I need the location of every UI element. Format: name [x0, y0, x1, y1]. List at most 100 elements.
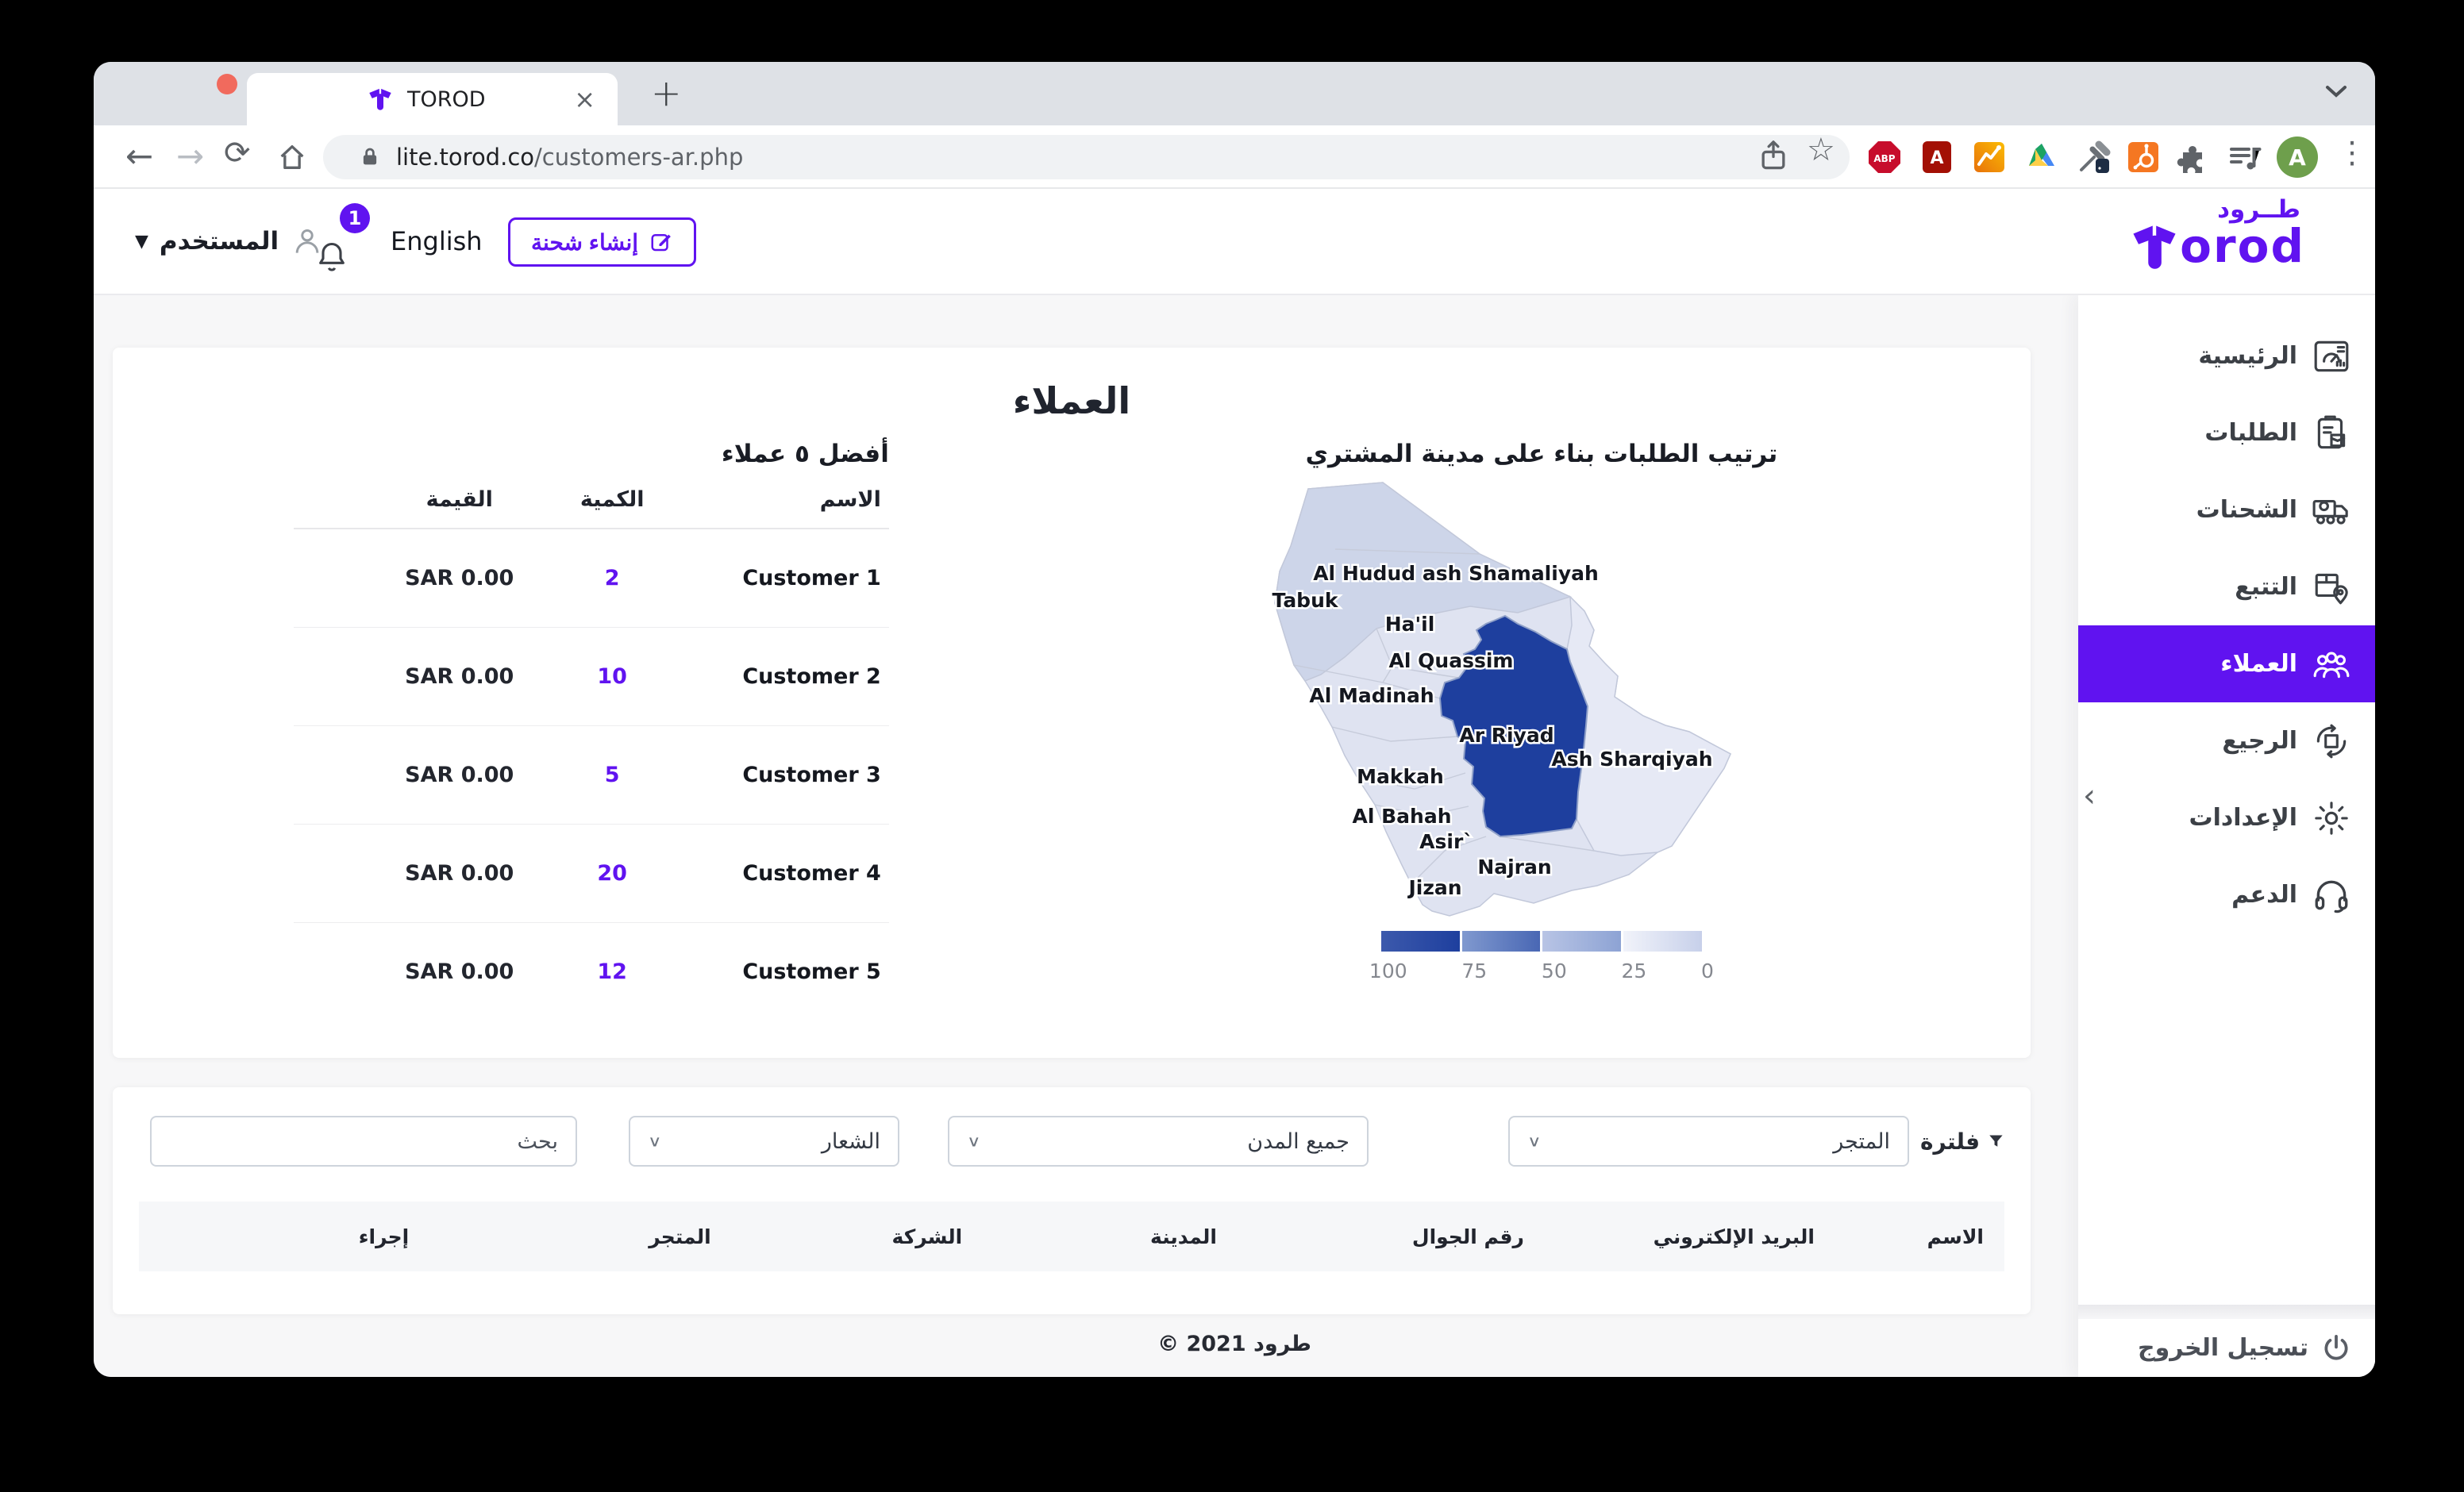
- language-toggle[interactable]: English: [391, 189, 483, 294]
- sidebar-item-customers[interactable]: العملاء: [2078, 625, 2375, 702]
- tab-search-chevron-icon[interactable]: [2324, 84, 2348, 98]
- close-window-button[interactable]: [217, 74, 237, 94]
- copyright-footer: © 2021 طرود: [94, 1332, 2375, 1356]
- page-header: ▼ المستخدم 1 English إنشاء شحنة طــرود o…: [94, 189, 2375, 295]
- power-icon: [2321, 1333, 2351, 1363]
- notifications-bell[interactable]: 1: [313, 203, 373, 279]
- profile-avatar[interactable]: A: [2277, 137, 2318, 178]
- torod-favicon-icon: [366, 87, 395, 112]
- reload-button[interactable]: ⟳: [224, 135, 251, 171]
- gear-icon: [2312, 798, 2351, 838]
- analytics-extension-icon[interactable]: [1972, 140, 2007, 175]
- url-path: /customers-ar.php: [534, 144, 743, 171]
- user-menu-label: المستخدم: [160, 227, 279, 256]
- store-select-value: المتجر: [1833, 1129, 1890, 1154]
- map-label: Ash Sharqiyah: [1551, 748, 1712, 771]
- column-header-email: البريد الإلكتروني: [1613, 1225, 1856, 1248]
- colorpicker-extension-icon[interactable]: [2077, 140, 2112, 175]
- hubspot-extension-icon[interactable]: [2126, 140, 2161, 175]
- create-shipment-button[interactable]: إنشاء شحنة: [508, 217, 696, 267]
- cities-select-value: جميع المدن: [1247, 1129, 1349, 1154]
- sidebar-item-label: الرجيع: [2222, 727, 2297, 755]
- map-region-sharqiyah[interactable]: [1567, 597, 1731, 856]
- search-input[interactable]: [150, 1116, 577, 1167]
- drive-extension-icon[interactable]: [2024, 140, 2059, 175]
- legend-tick: 100: [1369, 959, 1407, 982]
- browser-window: TOROD × + ← → ⟳ lite.torod.co/customers-…: [94, 62, 2375, 1377]
- map-color-legend: [1381, 931, 1702, 952]
- new-tab-button[interactable]: +: [651, 71, 682, 114]
- notification-badge: 1: [340, 203, 370, 233]
- legend-tick: 50: [1542, 959, 1567, 982]
- torod-page: ▼ المستخدم 1 English إنشاء شحنة طــرود o…: [94, 189, 2375, 1377]
- extensions-puzzle-icon[interactable]: [2175, 140, 2210, 175]
- customer-name: Customer 1: [710, 529, 889, 627]
- svg-text:A: A: [1930, 148, 1943, 168]
- map-label: Tabuk: [1272, 589, 1338, 612]
- column-header-value: القيمة: [294, 487, 514, 529]
- table-row: Customer 210SAR 0.00: [294, 627, 889, 725]
- torod-logo-mark-icon: [2126, 221, 2183, 271]
- torod-logo[interactable]: طــرود orod: [2126, 195, 2305, 273]
- back-button[interactable]: ←: [125, 137, 153, 175]
- user-menu[interactable]: ▼ المستخدم: [135, 189, 325, 294]
- logout-label: تسجيل الخروج: [2138, 1334, 2308, 1362]
- share-icon[interactable]: [1756, 138, 1791, 173]
- home-button[interactable]: [276, 141, 308, 173]
- customers-group-icon: [2312, 644, 2351, 684]
- chevron-down-icon: ∨: [967, 1132, 981, 1150]
- sidebar-item-label: العملاء: [2220, 650, 2297, 678]
- browser-toolbar: ← → ⟳ lite.torod.co/customers-ar.php ☆ A…: [94, 125, 2375, 189]
- adblock-extension-icon[interactable]: ABP: [1867, 140, 1902, 175]
- column-header-action: إجراء: [139, 1225, 549, 1248]
- table-row: Customer 12SAR 0.00: [294, 529, 889, 627]
- tab-close-icon[interactable]: ×: [574, 87, 595, 112]
- map-label: Jizan: [1407, 876, 1461, 899]
- filter-label: فلترة: [1920, 1129, 1980, 1155]
- logout-button[interactable]: تسجيل الخروج: [2078, 1319, 2375, 1377]
- column-header-name: الاسم: [710, 487, 889, 529]
- customer-value: SAR 0.00: [294, 725, 514, 824]
- browser-menu-icon[interactable]: ⋮: [2337, 135, 2367, 170]
- column-header-company: الشركة: [810, 1225, 1044, 1248]
- browser-tab[interactable]: TOROD ×: [247, 73, 618, 125]
- filter-row: فلترة المتجر ∨ جميع المدن ∨ الشعار ∨: [139, 1116, 2004, 1167]
- filter-funnel-icon: [1988, 1130, 2004, 1152]
- legend-tick: 25: [1621, 959, 1646, 982]
- bookmark-star-icon[interactable]: ☆: [1807, 132, 1835, 168]
- returns-icon: [2312, 721, 2351, 761]
- address-bar[interactable]: lite.torod.co/customers-ar.php: [323, 135, 1850, 179]
- forward-button[interactable]: →: [176, 137, 204, 175]
- caret-down-icon: ▼: [135, 232, 148, 252]
- sidebar-item-returns[interactable]: الرجيع: [2078, 702, 2375, 779]
- logo-english-text: orod: [2180, 219, 2305, 273]
- sidebar-item-label: التتبع: [2235, 573, 2297, 601]
- sidebar-item-label: الشحنات: [2196, 496, 2297, 524]
- sidebar-item-label: الدعم: [2231, 881, 2297, 909]
- chevron-down-icon: ∨: [1527, 1132, 1542, 1150]
- sidebar-divider: [2078, 1305, 2375, 1319]
- cities-select[interactable]: جميع المدن ∨: [948, 1116, 1369, 1167]
- logo-select-value: الشعار: [822, 1129, 880, 1154]
- acrobat-extension-icon[interactable]: A: [1919, 140, 1954, 175]
- customer-value: SAR 0.00: [294, 824, 514, 922]
- column-header-mobile: رقم الجوال: [1323, 1225, 1612, 1248]
- sidebar-item-home[interactable]: الرئيسية: [2078, 317, 2375, 394]
- sidebar-item-support[interactable]: الدعم: [2078, 856, 2375, 933]
- store-select[interactable]: المتجر ∨: [1508, 1116, 1909, 1167]
- map-label: Ha'il: [1385, 613, 1435, 636]
- sidebar-collapse-chevron[interactable]: ‹: [2083, 778, 2096, 814]
- sidebar-item-settings[interactable]: الإعدادات: [2078, 779, 2375, 856]
- table-row: Customer 35SAR 0.00: [294, 725, 889, 824]
- column-header-quantity: الكمية: [514, 487, 710, 529]
- top-customers-title: أفضل ٥ عملاء: [294, 440, 889, 468]
- table-header-row: الاسم الكمية القيمة: [294, 487, 889, 529]
- sidebar-item-orders[interactable]: الطلبات: [2078, 394, 2375, 471]
- logo-select[interactable]: الشعار ∨: [629, 1116, 899, 1167]
- sidebar: الرئيسية الطلبات الشحنات التتبع العملاء …: [2078, 295, 2375, 1377]
- playlist-extension-icon[interactable]: [2227, 140, 2262, 175]
- sidebar-item-tracking[interactable]: التتبع: [2078, 548, 2375, 625]
- top-customers-panel: أفضل ٥ عملاء الاسم الكمية القيمة Custome…: [113, 432, 1053, 1021]
- map-label: `Asir: [1419, 830, 1473, 853]
- sidebar-item-shipments[interactable]: الشحنات: [2078, 471, 2375, 548]
